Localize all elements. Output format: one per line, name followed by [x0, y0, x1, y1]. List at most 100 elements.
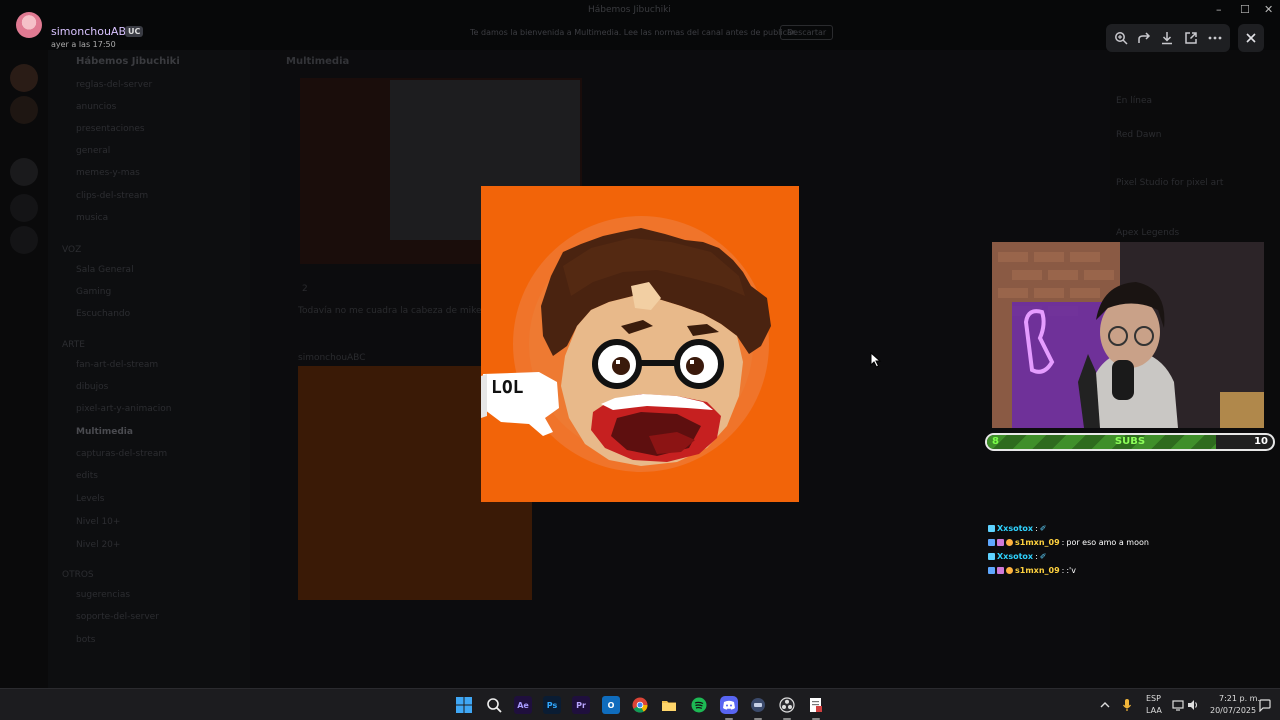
- maximize-button[interactable]: ☐: [1240, 3, 1250, 16]
- keyboard-layout[interactable]: LAA: [1146, 706, 1162, 715]
- activity-item[interactable]: Apex Legends: [1116, 228, 1179, 238]
- timestamp: ayer a las 17:50: [51, 40, 116, 49]
- channel-item[interactable]: clips-del-stream: [76, 191, 148, 201]
- open-external-icon[interactable]: [1183, 30, 1199, 46]
- minimize-button[interactable]: –: [1216, 3, 1222, 16]
- microphone-icon[interactable]: [1122, 698, 1132, 712]
- chrome-icon[interactable]: [631, 696, 649, 714]
- viewer-toolbar: [1106, 24, 1230, 52]
- language-indicator[interactable]: ESP: [1146, 694, 1161, 703]
- notepad-icon[interactable]: [807, 696, 825, 720]
- channel-item[interactable]: Sala General: [76, 265, 134, 275]
- windows-start-icon[interactable]: [455, 696, 473, 714]
- window-close-button[interactable]: ✕: [1264, 3, 1273, 16]
- spotify-icon[interactable]: [690, 696, 708, 714]
- clock-time[interactable]: 7:21 p. m.: [1219, 694, 1260, 703]
- stream-chat-message: Xxsotox : ✐: [988, 521, 1248, 535]
- clock-date[interactable]: 20/07/2025: [1210, 706, 1256, 715]
- forward-icon[interactable]: [1136, 30, 1152, 46]
- category-header[interactable]: ARTE: [62, 340, 85, 350]
- badge-icon: [1006, 538, 1013, 546]
- channel-item-active[interactable]: Multimedia: [76, 427, 133, 437]
- server-name[interactable]: Hábemos Jibuchiki: [76, 56, 180, 67]
- search-icon[interactable]: [485, 696, 503, 714]
- discover-icon[interactable]: [10, 226, 38, 254]
- activity-item[interactable]: Red Dawn: [1116, 130, 1161, 140]
- channel-item[interactable]: Gaming: [76, 287, 111, 297]
- after-effects-icon[interactable]: Ae: [514, 696, 532, 714]
- chat-username: s1mxn_09: [1015, 537, 1060, 547]
- close-icon: [1246, 33, 1256, 43]
- channel-header: Multimedia: [286, 56, 350, 67]
- chat-separator: :: [1061, 565, 1065, 575]
- author-name[interactable]: simonchouABC: [51, 25, 133, 38]
- avatar[interactable]: [16, 12, 42, 38]
- zoom-icon[interactable]: [1113, 30, 1129, 46]
- message-text: Todavía no me cuadra la cabeza de mike: [298, 306, 482, 316]
- reaction-count[interactable]: 2: [302, 284, 308, 294]
- badge-icon: [988, 538, 995, 546]
- channel-item[interactable]: general: [76, 146, 110, 156]
- chat-username: s1mxn_09: [1015, 565, 1060, 575]
- photoshop-icon[interactable]: Ps: [543, 696, 561, 714]
- channel-item[interactable]: presentaciones: [76, 124, 145, 134]
- preview-image[interactable]: LOL: [481, 186, 799, 502]
- download-icon[interactable]: [1159, 30, 1175, 46]
- server-icon[interactable]: [10, 64, 38, 92]
- channel-item[interactable]: memes-y-mas: [76, 168, 140, 178]
- channel-item[interactable]: Nivel 20+: [76, 540, 120, 550]
- app-icon[interactable]: [749, 696, 767, 720]
- channel-item[interactable]: reglas-del-server: [76, 80, 152, 90]
- channel-item[interactable]: pixel-art-y-animacion: [76, 404, 171, 414]
- category-header[interactable]: OTROS: [62, 570, 94, 580]
- channel-item[interactable]: soporte-del-server: [76, 612, 159, 622]
- more-icon[interactable]: [1207, 30, 1223, 46]
- chevron-up-icon[interactable]: [1100, 701, 1110, 709]
- chat-text: ✐: [1039, 523, 1047, 533]
- channel-item[interactable]: bots: [76, 635, 95, 645]
- file-explorer-icon[interactable]: [660, 696, 678, 714]
- channel-item[interactable]: edits: [76, 471, 98, 481]
- notification-icon[interactable]: [1258, 698, 1272, 712]
- dismiss-button[interactable]: Descartar: [780, 25, 834, 40]
- notice-banner: Te damos la bienvenida a Multimedia. Lee…: [470, 28, 798, 37]
- channel-item[interactable]: dibujos: [76, 382, 108, 392]
- badge-icon: [988, 552, 995, 560]
- mouse-cursor-icon: [870, 352, 882, 368]
- channel-item[interactable]: musica: [76, 213, 108, 223]
- discord-icon[interactable]: [720, 696, 738, 720]
- activity-item[interactable]: Pixel Studio for pixel art: [1116, 178, 1223, 188]
- network-icon[interactable]: [1172, 699, 1184, 711]
- badge-icon: [988, 524, 995, 532]
- server-icon[interactable]: [10, 96, 38, 124]
- chat-separator: :: [1035, 523, 1038, 533]
- user-badge: UC: [125, 26, 144, 37]
- chat-separator: :: [1035, 551, 1038, 561]
- screen: Hábemos Jibuchiki reglas-del-server anun…: [0, 0, 1280, 720]
- channel-item[interactable]: capturas-del-stream: [76, 449, 167, 459]
- channel-item[interactable]: fan-art-del-stream: [76, 360, 158, 370]
- volume-icon[interactable]: [1187, 699, 1199, 711]
- viewer-close-button[interactable]: [1238, 24, 1264, 52]
- premiere-icon[interactable]: Pr: [572, 696, 590, 714]
- taskbar: Ae Ps Pr O ESP LAA 7:21 p. m. 20/07/2025: [0, 688, 1280, 720]
- activity-header: En línea: [1116, 96, 1153, 106]
- server-icon[interactable]: [10, 158, 38, 186]
- channel-list: Hábemos Jibuchiki reglas-del-server anun…: [48, 50, 250, 688]
- obs-icon[interactable]: [778, 696, 796, 720]
- chat-text: :'v: [1066, 565, 1076, 575]
- category-header[interactable]: Levels: [76, 494, 104, 504]
- channel-item[interactable]: sugerencias: [76, 590, 130, 600]
- chat-text: por eso amo a moon: [1066, 537, 1149, 547]
- stream-chat-message: s1mxn_09 : por eso amo a moon: [988, 535, 1248, 549]
- badge-icon: [997, 538, 1004, 546]
- stream-chat: Xxsotox : ✐ s1mxn_09 : por eso amo a moo…: [988, 521, 1248, 577]
- outlook-icon[interactable]: O: [602, 696, 620, 714]
- message-author[interactable]: simonchouABC: [298, 353, 366, 363]
- category-header[interactable]: VOZ: [62, 245, 81, 255]
- channel-item[interactable]: Nivel 10+: [76, 517, 120, 527]
- add-server-icon[interactable]: [10, 194, 38, 222]
- channel-item[interactable]: Escuchando: [76, 309, 130, 319]
- badge-icon: [988, 566, 995, 574]
- channel-item[interactable]: anuncios: [76, 102, 116, 112]
